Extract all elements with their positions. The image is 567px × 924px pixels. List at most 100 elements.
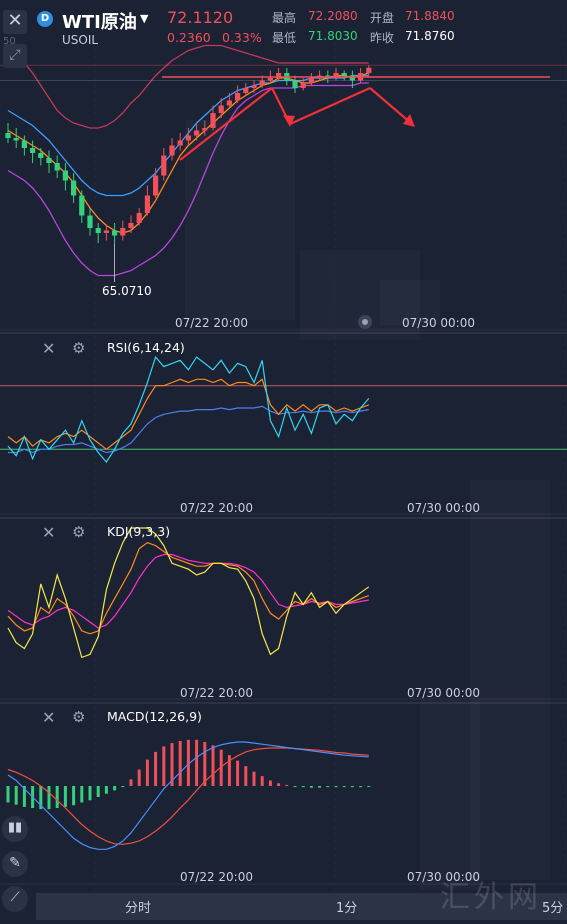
macd-histogram-bar [277,783,281,786]
candle-body [71,180,77,196]
rsi-time-label-2: 07/30 00:00 [407,501,480,515]
candle-body [153,175,159,196]
kdj-close-icon[interactable]: ✕ [42,523,55,542]
candle-body [235,93,241,101]
macd-histogram-bar [236,760,240,786]
macd-histogram-bar [104,786,108,794]
candle-body [128,223,134,228]
macd-time-label-1: 07/22 20:00 [180,870,253,884]
macd-histogram-bar [367,786,371,787]
high-value: 72.2080 [308,9,358,23]
kdj-title: KDJ(9,3,3) [107,524,171,539]
macd-histogram-bar [359,786,363,788]
rsi-close-icon[interactable]: ✕ [42,339,55,358]
watermark: 汇外网 [440,880,542,915]
candle-body [366,67,372,73]
instrument-symbol: USOIL [62,33,99,47]
macd-histogram-bar [195,739,199,786]
crosshair-handle-icon[interactable] [358,315,372,329]
rsi-settings-icon[interactable]: ⚙ [72,339,85,357]
macd-histogram-bar [326,786,330,788]
main-time-label-1: 07/22 20:00 [175,316,248,330]
rsi6-line [7,355,370,463]
period-timeshare[interactable]: 分时 [125,897,151,916]
macd-settings-icon[interactable]: ⚙ [72,708,85,726]
candle-body [161,155,167,176]
indicator-tool-icon[interactable]: ▮▮ [2,816,28,842]
expand-icon[interactable]: ⤢ [3,44,27,68]
macd-histogram-bar [88,786,92,801]
candle-body [13,138,19,141]
daily-badge: D [37,11,53,27]
open-value: 71.8840 [405,9,455,23]
candle-body [38,153,44,158]
trend-line-icon[interactable]: ⟋ [2,886,28,912]
candle-body [46,158,52,163]
candle-body [62,170,68,181]
macd-histogram-bar [14,786,18,805]
rsi-time-label-1: 07/22 20:00 [180,501,253,515]
prev-close-value: 71.8760 [405,29,455,43]
macd-histogram-bar [72,786,76,806]
draw-pen-icon[interactable]: ✎ [2,851,28,877]
candle-body [202,128,208,131]
candle-body [177,140,183,146]
macd-histogram-bar [260,776,264,786]
macd-histogram-bar [252,771,256,786]
candle-body [300,83,306,88]
candle-body [251,85,257,88]
macd-histogram-bar [285,784,289,786]
low-label: 最低 [272,31,297,45]
low-value: 71.8030 [308,29,358,43]
macd-histogram-bar [154,751,158,786]
rsi14-line [7,378,370,451]
candle-body [169,145,175,156]
macd-histogram-bar [137,769,141,786]
trend-arrowhead [403,114,415,127]
macd-histogram-bar [96,786,100,797]
high-label: 最高 [272,11,297,25]
candle-body [79,195,85,216]
kdj-settings-icon[interactable]: ⚙ [72,523,85,541]
macd-histogram-bar [301,786,305,788]
price-change-pct: 0.33% [222,30,262,45]
candle-body [210,113,216,128]
period-5min[interactable]: 5分 [542,897,563,916]
candle-body [226,100,232,106]
left-edge-label: 50 [3,36,16,47]
macd-histogram-bar [80,786,84,803]
candle-body [30,148,36,153]
macd-close-icon[interactable]: ✕ [42,708,55,727]
macd-histogram-bar [162,746,166,786]
kdj-time-label-1: 07/22 20:00 [180,686,253,700]
macd-histogram-bar [342,786,346,788]
candle-body [21,140,27,148]
open-label: 开盘 [370,11,395,25]
period-1min[interactable]: 1分 [336,897,357,916]
candle-body [5,133,11,138]
low-price-marker: 65.0710 [102,284,152,298]
prev-close-label: 昨收 [370,31,395,45]
macd-histogram-bar [203,742,207,786]
candle-body [87,215,93,228]
kdj-j-line [7,527,370,659]
macd-histogram-bar [47,786,51,810]
chart-canvas[interactable] [0,0,567,920]
instrument-title[interactable]: WTI原油 [62,8,137,34]
candle-body [120,228,126,236]
macd-histogram-bar [268,780,272,786]
candle-body [136,213,142,223]
candle-body [259,80,265,86]
macd-title: MACD(12,26,9) [107,709,202,724]
macd-histogram-bar [293,786,297,787]
price-change: 0.2360 [167,30,211,45]
candle-body [194,130,200,136]
chart-stage [0,0,567,920]
macd-histogram-bar [63,786,67,807]
dropdown-caret-icon[interactable]: ▼ [140,12,148,25]
trend-arrow-segment-3 [369,87,413,125]
rsi-title: RSI(6,14,24) [107,340,185,355]
boll-upper-line [7,44,369,129]
close-chart-icon[interactable]: ✕ [3,10,27,34]
candle-body [54,163,60,171]
